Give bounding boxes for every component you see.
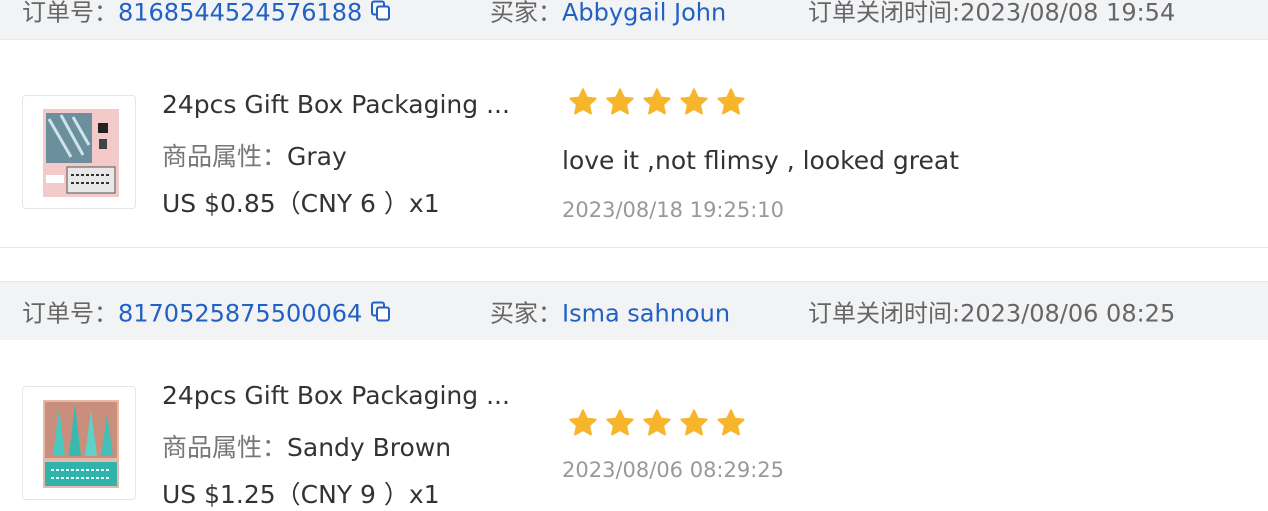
divider [0,247,1268,248]
attribute-label: 商品属性： [162,433,288,462]
star-icon [717,88,745,115]
close-time-label: 订单关闭时间: [808,299,961,328]
attribute-value: Gray [287,142,347,171]
order-number-link[interactable]: 8168544524576188 [118,0,362,27]
product-attribute: 商品属性：Sandy Brown [162,428,451,464]
review-time: 2023/08/06 08:29:25 [562,458,785,482]
copy-icon[interactable] [370,0,392,28]
buyer-label: 买家： [490,0,562,27]
order-header: 订单号：8168544524576188 买家：Abbygail John 订单… [0,0,1268,40]
close-time-field: 订单关闭时间:2023/08/06 08:25 [808,294,1175,329]
close-time-value: 2023/08/08 19:54 [960,0,1176,27]
review-time: 2023/08/18 19:25:10 [562,198,785,222]
star-icon [569,409,597,436]
review-comment: love it ,not flimsy , looked great [562,146,960,175]
buyer-field: 买家：Abbygail John [490,0,726,28]
star-icon [680,409,708,436]
close-time-field: 订单关闭时间:2023/08/08 19:54 [808,0,1175,28]
star-icon [643,88,671,115]
product-attribute: 商品属性：Gray [162,137,347,173]
close-time-value: 2023/08/06 08:25 [960,299,1176,328]
product-thumbnail[interactable] [22,386,136,500]
star-icon [717,409,745,436]
rating-stars [568,87,746,117]
star-icon [606,409,634,436]
product-thumbnail[interactable] [22,95,136,209]
product-image [43,400,119,488]
close-time-label: 订单关闭时间: [808,0,961,27]
buyer-link[interactable]: Isma sahnoun [562,300,730,328]
buyer-link[interactable]: Abbygail John [562,0,726,27]
buyer-field: 买家：Isma sahnoun [490,294,730,329]
star-icon [606,88,634,115]
order-number-field: 订单号：8170525875500064 [22,294,392,329]
product-price: US $0.85（CNY 6 ）x1 [162,189,440,218]
order-number-field: 订单号：8168544524576188 [22,0,392,28]
rating-stars [568,408,746,438]
star-icon [643,409,671,436]
order-header: 订单号：8170525875500064 买家：Isma sahnoun 订单关… [0,281,1268,341]
copy-icon[interactable] [370,301,392,329]
attribute-label: 商品属性： [162,142,288,171]
order-number-label: 订单号： [22,0,118,27]
product-price: US $1.25（CNY 9 ）x1 [162,480,440,509]
product-image [43,109,119,197]
attribute-value: Sandy Brown [287,433,452,462]
order-number-label: 订单号： [22,299,118,328]
star-icon [680,88,708,115]
buyer-label: 买家： [490,299,562,328]
star-icon [569,88,597,115]
product-title[interactable]: 24pcs Gift Box Packaging ... [162,381,510,410]
product-title[interactable]: 24pcs Gift Box Packaging ... [162,90,510,119]
order-body: 24pcs Gift Box Packaging ... 商品属性：Gray U… [0,40,1268,248]
order-body: 24pcs Gift Box Packaging ... 商品属性：Sandy … [0,340,1268,509]
order-number-link[interactable]: 8170525875500064 [118,300,362,328]
